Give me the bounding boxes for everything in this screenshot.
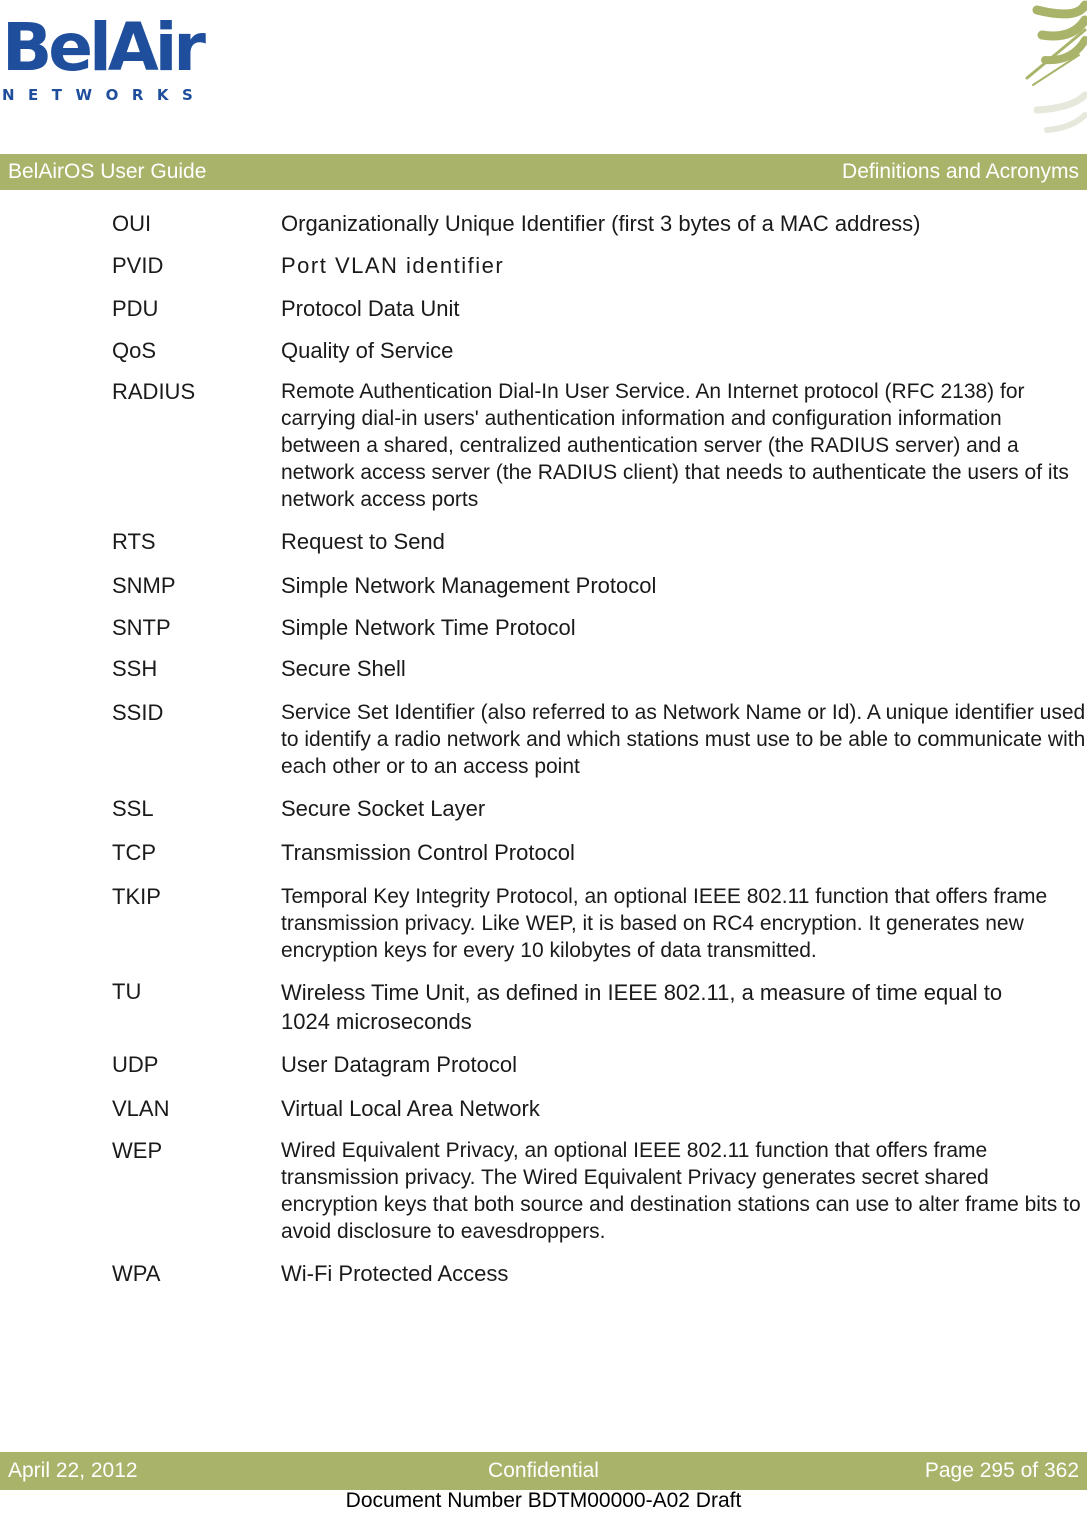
guide-title: BelAirOS User Guide — [8, 160, 207, 183]
logo-subtitle: NETWORKS — [2, 86, 207, 104]
glossary-term: VLAN — [112, 1096, 170, 1121]
document-number: Document Number BDTM00000-A02 Draft — [345, 1489, 742, 1512]
glossary-term: SSL — [112, 796, 154, 821]
footer-bar: April 22, 2012 Confidential Page 295 of … — [0, 1452, 1087, 1490]
glossary-term: SSID — [112, 700, 164, 725]
glossary-term: OUI — [112, 211, 152, 236]
section-title: Definitions and Acronyms — [842, 160, 1079, 183]
glossary-term: TU — [112, 979, 142, 1004]
glossary-term: UDP — [112, 1052, 159, 1077]
glossary-definition: Wireless Time Unit, as defined in IEEE 8… — [281, 980, 1003, 1034]
glossary-term: WPA — [112, 1261, 161, 1286]
glossary-definition: Simple Network Management Protocol — [281, 573, 657, 598]
glossary-term: TKIP — [112, 884, 161, 909]
glossary-definition: Wi-Fi Protected Access — [281, 1261, 509, 1286]
glossary-definition: Simple Network Time Protocol — [281, 615, 576, 640]
footer-page-number: Page 295 of 362 — [924, 1459, 1079, 1482]
logo-brand: BelAir — [2, 9, 206, 86]
glossary-definition: Protocol Data Unit — [281, 296, 460, 321]
header-bar: BelAirOS User Guide Definitions and Acro… — [0, 154, 1087, 190]
glossary-definition: User Datagram Protocol — [281, 1052, 517, 1077]
glossary-definition: Secure Shell — [281, 656, 406, 681]
belair-logo: BelAir NETWORKS — [0, 9, 206, 109]
glossary-term: PDU — [112, 296, 159, 321]
glossary-definition: Port VLAN identifier — [281, 253, 505, 278]
glossary-definition: Transmission Control Protocol — [281, 840, 575, 865]
glossary-definition: Service Set Identifier (also referred to… — [281, 701, 1086, 778]
glossary-term: PVID — [112, 253, 164, 278]
belair-swoosh-icon — [1025, 0, 1087, 133]
glossary-term: RADIUS — [112, 379, 196, 404]
glossary-definition: Virtual Local Area Network — [281, 1096, 540, 1121]
glossary-definition: Quality of Service — [281, 338, 454, 363]
glossary-definition: Organizationally Unique Identifier (firs… — [281, 211, 921, 236]
glossary-term: SNTP — [112, 615, 171, 640]
glossary-term: WEP — [112, 1138, 163, 1163]
glossary-term: QoS — [112, 338, 157, 363]
glossary-definition: Temporal Key Integrity Protocol, an opti… — [281, 885, 1048, 962]
glossary-term: SNMP — [112, 573, 176, 598]
glossary-definition: Secure Socket Layer — [281, 796, 486, 821]
glossary-definition: Request to Send — [281, 529, 445, 554]
glossary-definition: Wired Equivalent Privacy, an optional IE… — [281, 1139, 1081, 1243]
glossary-term: SSH — [112, 656, 158, 681]
glossary-term: RTS — [112, 529, 156, 554]
glossary-term: TCP — [112, 840, 156, 865]
glossary-definition: Remote Authentication Dial-In User Servi… — [281, 380, 1069, 511]
